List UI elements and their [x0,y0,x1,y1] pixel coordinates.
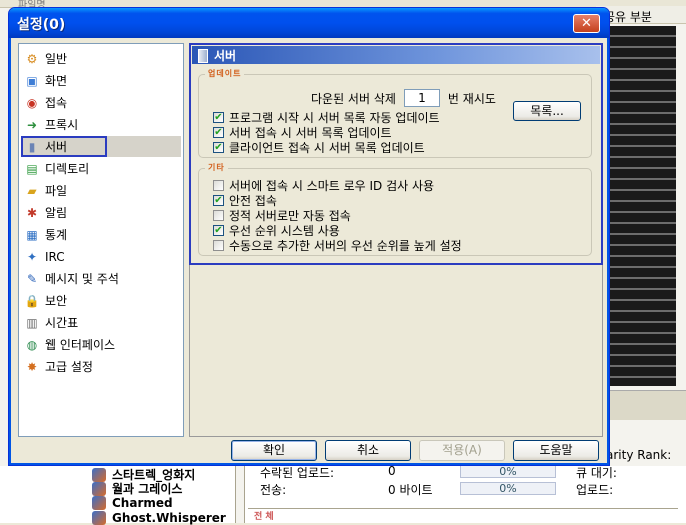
transfer-value: 0 바이트 [388,483,433,497]
folder-icon [92,481,106,496]
nav-item-label: IRC [45,249,65,264]
nav-item-label: 고급 설정 [45,360,93,374]
retry-row: 다운된 서버 삭제 번 재시도 [311,89,496,107]
checkbox[interactable]: ✔ [213,225,224,236]
misc-options-option-4[interactable]: 수동으로 추가한 서버의 우선 순위를 높게 설정 [213,237,462,254]
statistics-icon: ▦ [26,227,38,242]
help-button[interactable]: 도움말 [513,440,599,461]
nav-item-label: 화면 [45,74,68,88]
tree-item[interactable]: 월과 그레이스 [92,480,182,497]
queue-label: 큐 대기: [576,466,617,480]
checkbox[interactable]: ✔ [213,195,224,206]
message-icon: ✎ [26,271,38,286]
calendar-icon: ▥ [26,315,38,330]
tree-item-label: Charmed [112,496,173,510]
dialog-titlebar[interactable]: 설정(0) ✕ [9,8,609,38]
checkbox[interactable] [213,240,224,251]
nav-item-11[interactable]: 🔒 보안 [21,290,181,311]
notification-icon: ✱ [26,205,38,220]
checkbox[interactable]: ✔ [213,112,224,123]
tree-item[interactable]: Charmed [92,496,173,510]
rank-label: arity Rank: [606,448,672,462]
nav-item-1[interactable]: ▣ 화면 [21,70,181,91]
retry-suffix-label: 번 재시도 [447,91,496,106]
nav-item-2[interactable]: ◉ 접속 [21,92,181,113]
nav-item-label: 메시지 및 주석 [45,272,119,286]
nav-item-label: 시간표 [45,316,79,330]
checkbox[interactable]: ✔ [213,142,224,153]
nav-item-12[interactable]: ▥ 시간표 [21,312,181,333]
selection-outline [21,136,107,157]
accepted-upload-bar: 0% [460,465,556,478]
misc-group: 기타 서버에 접속 시 스마트 로우 ID 검사 사용 ✔ 안전 접속 정적 서버로만… [198,162,592,256]
update-group: 업데이트 다운된 서버 삭제 번 재시도 목록... ✔프로그램 시작 시 서버… [198,68,592,158]
gear-icon: ⚙ [26,51,38,66]
lock-icon: 🔒 [24,293,40,308]
nav-item-10[interactable]: ✎ 메시지 및 주석 [21,268,181,289]
connection-icon: ◉ [26,95,38,110]
nav-item-8[interactable]: ▦ 통계 [21,224,181,245]
settings-dialog: 설정(0) ✕ ⚙ 일반 ▣ 화면 ◉ 접속 ➜ 프록시 ▮ 서버 ▤ 디렉토리 ▰ 파일 ✱ 알림 ▦ 통계 ✦ I… [8,7,610,466]
checkbox-label: 수동으로 추가한 서버의 우선 순위를 높게 설정 [229,239,462,253]
nav-item-14[interactable]: ✸ 고급 설정 [21,356,181,377]
web-icon: ◍ [26,337,38,352]
checkbox[interactable]: ✔ [213,127,224,138]
nav-item-label: 알림 [45,206,68,220]
nav-item-3[interactable]: ➜ 프록시 [21,114,181,135]
nav-item-4[interactable]: ▮ 서버 [21,136,181,157]
folder-icon [92,496,106,510]
nav-item-5[interactable]: ▤ 디렉토리 [21,158,181,179]
background-list-stripes [606,26,676,386]
retry-count-input[interactable] [403,89,440,107]
checkbox[interactable] [213,210,224,221]
retry-prefix-label: 다운된 서버 삭제 [311,91,396,106]
transfer-label: 전송: [260,483,287,497]
proxy-icon: ➜ [26,117,38,132]
directory-icon: ▤ [26,161,38,176]
nav-item-label: 디렉토리 [45,162,90,176]
settings-category-list: ⚙ 일반 ▣ 화면 ◉ 접속 ➜ 프록시 ▮ 서버 ▤ 디렉토리 ▰ 파일 ✱ 알림 ▦ 통계 ✦ IRC ✎ 메시지 및… [18,43,184,437]
nav-item-13[interactable]: ◍ 웹 인터페이스 [21,334,181,355]
dialog-title: 설정(0) [17,17,66,33]
accepted-upload-label: 수락된 업로드: [260,466,335,480]
nav-item-label: 일반 [45,52,68,66]
server-settings-panel: 서버 업데이트 다운된 서버 삭제 번 재시도 목록... ✔프로그램 시작 시… [189,43,603,437]
nav-item-0[interactable]: ⚙ 일반 [21,48,181,69]
dialog-body: ⚙ 일반 ▣ 화면 ◉ 접속 ➜ 프록시 ▮ 서버 ▤ 디렉토리 ▰ 파일 ✱ 알림 ▦ 통계 ✦ IRC ✎ 메시지 및… [13,38,607,463]
nav-item-label: 통계 [45,228,68,242]
update-group-legend: 업데이트 [205,68,245,79]
checkbox-label: 클라이언트 접속 시 서버 목록 업데이트 [229,141,425,155]
background-tree: 스타트렉_엉화지 월과 그레이스 Charmed Ghost.Whisperer [0,466,236,525]
file-icon: ▰ [27,183,37,198]
server-icon [198,48,208,63]
display-icon: ▣ [26,73,38,88]
cancel-button[interactable]: 취소 [325,440,411,461]
apply-button[interactable]: 적용(A) [419,440,505,461]
upload-label: 업로드: [576,483,614,497]
update-options-option-2[interactable]: ✔ 클라이언트 접속 시 서버 목록 업데이트 [213,139,425,156]
nav-item-label: 파일 [45,184,68,198]
nav-item-label: 접속 [45,96,68,110]
accepted-upload-value: 0 [388,464,396,478]
nav-item-7[interactable]: ✱ 알림 [21,202,181,223]
tree-item-label: 월과 그레이스 [112,482,183,496]
ok-button[interactable]: 확인 [231,440,317,461]
irc-icon: ✦ [26,249,38,264]
nav-item-label: 프록시 [45,118,79,132]
panel-header: 서버 [192,46,600,64]
close-button[interactable]: ✕ [573,14,600,33]
advanced-icon: ✸ [26,359,38,374]
total-section-header: 전 체 [248,508,678,523]
checkbox[interactable] [213,180,224,191]
nav-item-9[interactable]: ✦ IRC [21,246,181,267]
nav-item-label: 웹 인터페이스 [45,338,116,352]
server-list-button[interactable]: 목록... [513,101,581,121]
transfer-bar: 0% [460,482,556,495]
panel-title: 서버 [214,49,237,63]
nav-item-6[interactable]: ▰ 파일 [21,180,181,201]
nav-item-label: 보안 [45,294,68,308]
misc-group-legend: 기타 [205,162,228,173]
